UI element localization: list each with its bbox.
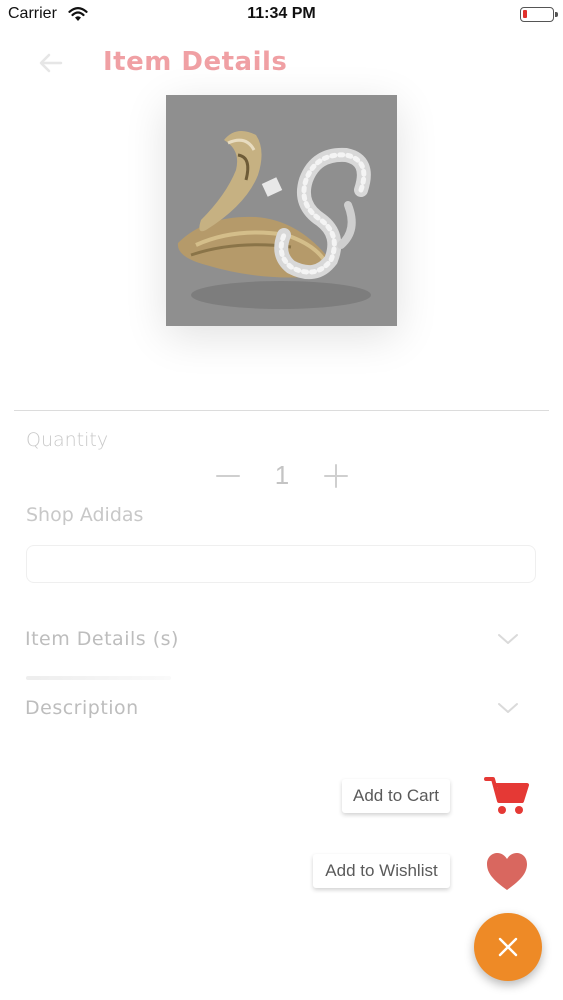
close-menu-fab[interactable] [474, 913, 542, 981]
plus-icon[interactable] [322, 462, 350, 490]
item-details-accordion[interactable]: Item Details (s) [14, 614, 549, 666]
arrow-left-icon[interactable] [34, 46, 68, 80]
quantity-value: 1 [274, 460, 290, 490]
chevron-down-icon [498, 703, 518, 713]
description-accordion[interactable]: Description [14, 683, 549, 735]
nav-bar: Item Details [0, 38, 563, 86]
shop-input[interactable] [26, 545, 536, 583]
description-title: Description [25, 697, 139, 719]
chevron-down-icon [498, 634, 518, 644]
heart-icon[interactable] [485, 852, 529, 892]
page-title: Item Details [103, 47, 288, 77]
add-to-cart-button[interactable]: Add to Cart [342, 779, 450, 813]
ring-illustration [166, 95, 397, 326]
ring-product-image [166, 95, 397, 326]
close-icon [498, 937, 518, 957]
collapsed-content-hint [26, 676, 171, 680]
section-divider [14, 410, 549, 411]
item-details-screen: Item Details Quantity 1 Shop Adidas Item… [0, 0, 563, 1000]
add-to-wishlist-button[interactable]: Add to Wishlist [313, 854, 450, 888]
shop-label: Shop Adidas [26, 504, 144, 526]
shopping-cart-icon[interactable] [484, 774, 530, 816]
minus-icon[interactable] [214, 462, 242, 490]
item-details-title: Item Details (s) [25, 628, 179, 650]
quantity-label: Quantity [26, 429, 109, 451]
